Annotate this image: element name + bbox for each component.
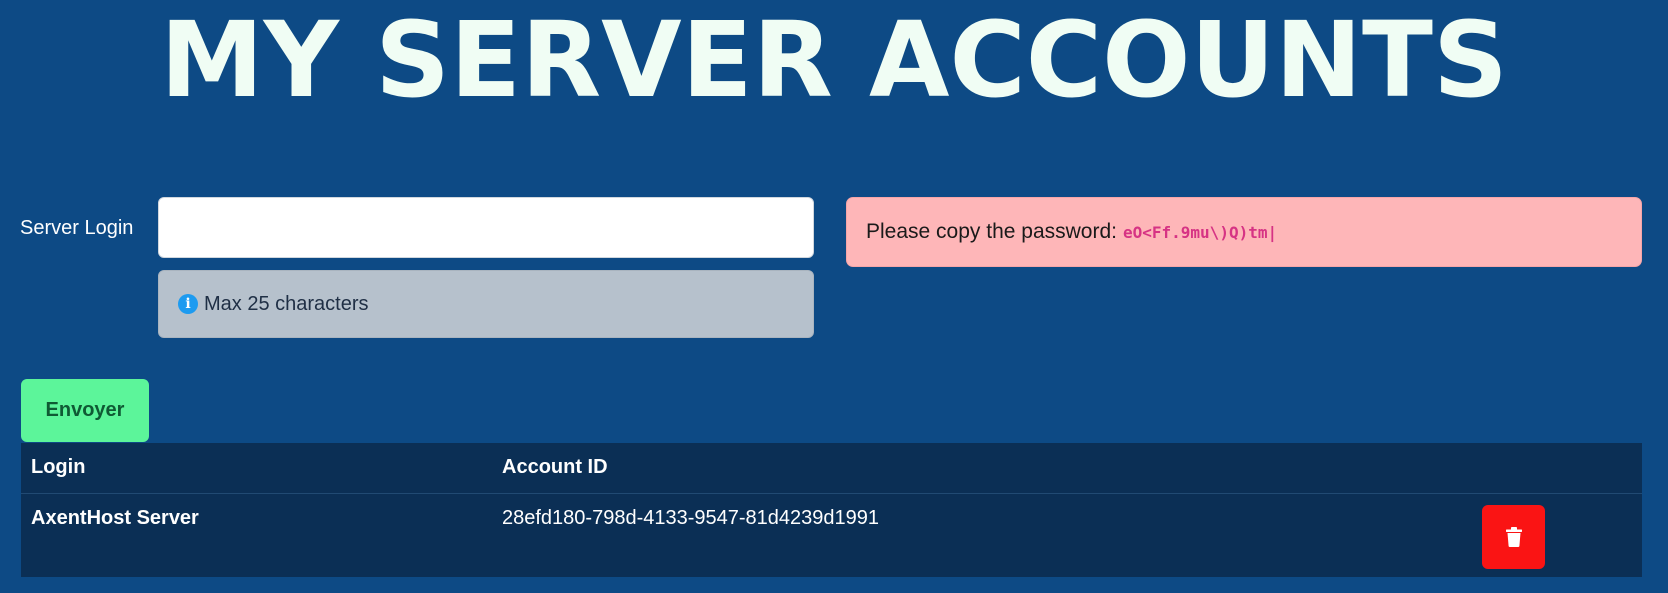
info-icon: i [178,294,198,314]
server-login-label: Server Login [20,217,134,239]
trash-icon [1505,526,1522,547]
accounts-table: Login Account ID AxentHost Server 28efd1… [21,443,1642,577]
column-header-actions [1472,443,1642,493]
generated-password: eO<Ff.9mu\)Q)tm| [1122,222,1278,242]
account-id-cell: 28efd180-798d-4133-9547-81d4239d1991 [502,506,880,529]
delete-account-button[interactable] [1482,504,1545,569]
column-header-account-id: Account ID [502,456,608,479]
account-login-cell: AxentHost Server [31,506,199,529]
password-alert-message: Please copy the password: [866,220,1117,243]
account-actions-cell [1472,493,1642,577]
submit-button[interactable]: Envoyer [21,379,149,442]
max-length-hint: i Max 25 characters [158,270,814,338]
password-alert: Please copy the password: eO<Ff.9mu\)Q)t… [846,197,1642,267]
table-row: AxentHost Server 28efd180-798d-4133-9547… [21,493,1642,577]
column-header-login: Login [31,456,86,479]
hint-text: Max 25 characters [204,292,369,315]
page-title: MY SERVER ACCOUNTS [160,0,1508,121]
table-header-row: Login Account ID [21,443,1642,493]
server-login-input[interactable] [158,197,814,258]
